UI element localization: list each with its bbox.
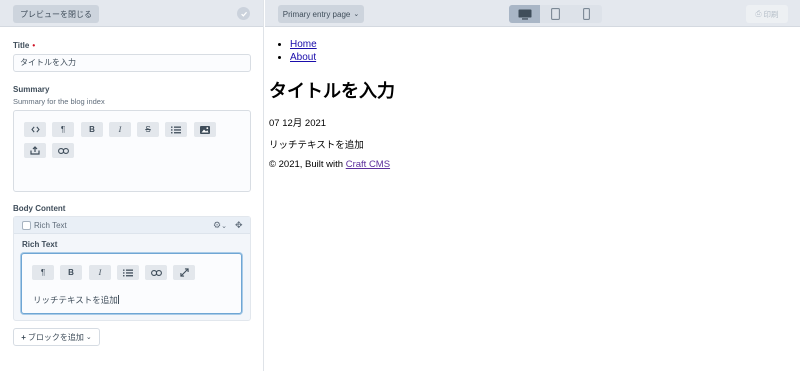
printer-icon: ⎙	[755, 9, 762, 18]
print-button[interactable]: ⎙ 印刷	[746, 5, 788, 23]
bold-button[interactable]: B	[60, 265, 82, 280]
craft-cms-link[interactable]: Craft CMS	[346, 159, 390, 170]
italic-button[interactable]: I	[109, 122, 131, 137]
entry-title: タイトルを入力	[269, 81, 395, 101]
preview-pane: Primary entry page ⌄ ⎙印刷 Home About タイトル…	[265, 0, 800, 371]
device-switcher	[509, 5, 602, 23]
editor-header: プレビューを閉じる	[0, 0, 263, 27]
chevron-down-icon: ⌄	[353, 11, 360, 18]
fullscreen-button[interactable]	[173, 265, 195, 280]
nav-link-home[interactable]: Home	[290, 39, 317, 50]
preview-frame: Home About タイトルを入力 07 12月 2021 リッチテキストを追…	[265, 27, 800, 371]
list-button[interactable]	[117, 265, 139, 280]
italic-icon: I	[98, 268, 102, 277]
list-icon	[123, 269, 133, 276]
nav-item: Home	[290, 38, 317, 51]
block-settings-button[interactable]: ⚙⌄	[213, 220, 227, 231]
summary-field-label: Summary	[13, 85, 50, 94]
embed-icon	[30, 146, 40, 155]
block-header: Rich Text ⚙⌄ ✥	[14, 217, 250, 234]
paragraph-button[interactable]: ¶	[52, 122, 74, 137]
title-label-text: Title	[13, 41, 30, 50]
expand-icon	[179, 268, 189, 277]
strikethrough-icon: S	[145, 125, 151, 134]
gear-icon: ⚙	[213, 220, 222, 230]
image-button[interactable]	[194, 122, 216, 137]
title-input[interactable]: タイトルを入力	[13, 54, 251, 72]
editor-pane: プレビューを閉じる Title • タイトルを入力 Summary Summary…	[0, 0, 264, 371]
entry-body: リッチテキストを追加	[269, 140, 364, 151]
summary-instructions: Summary for the blog index	[13, 97, 105, 106]
add-block-button[interactable]: + ブロックを追加 ⌄	[13, 328, 100, 346]
desktop-icon	[518, 9, 531, 20]
list-button[interactable]	[165, 122, 187, 137]
preview-target-select[interactable]: Primary entry page ⌄	[278, 5, 364, 23]
site-nav: Home About	[290, 38, 317, 64]
body-content-label: Body Content	[13, 204, 66, 213]
print-label: 印刷	[763, 9, 779, 19]
required-indicator: •	[32, 41, 36, 50]
bold-button[interactable]: B	[81, 122, 103, 137]
link-icon	[57, 147, 69, 154]
tablet-device-button[interactable]	[540, 5, 571, 23]
rich-text-value: リッチテキストを追加	[33, 295, 118, 305]
rich-text-field-label: Rich Text	[22, 240, 58, 249]
title-field-label: Title •	[13, 41, 35, 50]
chevron-down-icon: ⌄	[221, 223, 227, 230]
embed-button[interactable]	[24, 143, 46, 158]
desktop-device-button[interactable]	[509, 5, 540, 23]
move-handle-icon[interactable]: ✥	[235, 220, 243, 231]
italic-icon: I	[118, 125, 122, 134]
link-button[interactable]	[145, 265, 167, 280]
code-button[interactable]	[24, 122, 46, 137]
add-block-label: ブロックを追加	[27, 332, 84, 342]
rich-text-content[interactable]: リッチテキストを追加	[33, 294, 119, 306]
site-footer: © 2021, Built with Craft CMS	[269, 159, 390, 170]
link-icon	[150, 269, 162, 276]
phone-icon	[583, 8, 590, 20]
italic-button[interactable]: I	[89, 265, 111, 280]
saved-check-icon	[237, 7, 250, 20]
summary-editor[interactable]: ¶ B I S	[13, 110, 251, 192]
preview-target-label: Primary entry page	[282, 9, 351, 19]
bold-icon: B	[68, 268, 74, 277]
entry-date: 07 12月 2021	[269, 118, 327, 129]
paragraph-icon: ¶	[60, 125, 66, 134]
text-caret	[117, 295, 119, 304]
block-select-checkbox[interactable]	[22, 221, 31, 230]
strikethrough-button[interactable]: S	[137, 122, 159, 137]
bold-icon: B	[89, 125, 95, 134]
close-preview-button[interactable]: プレビューを閉じる	[13, 5, 99, 23]
footer-text: © 2021, Built with	[269, 159, 346, 170]
paragraph-button[interactable]: ¶	[32, 265, 54, 280]
tablet-icon	[551, 8, 560, 20]
nav-item: About	[290, 51, 317, 64]
link-button[interactable]	[52, 143, 74, 158]
preview-header: Primary entry page ⌄ ⎙ 印刷	[265, 0, 800, 27]
block-rich-text-editor[interactable]: ¶ B I リッチテキストを追加	[21, 253, 242, 314]
phone-device-button[interactable]	[571, 5, 602, 23]
block-type-label: Rich Text	[34, 221, 67, 230]
paragraph-icon: ¶	[40, 268, 46, 277]
list-icon	[171, 126, 181, 133]
code-icon	[30, 126, 40, 133]
chevron-down-icon: ⌄	[85, 334, 92, 341]
image-icon	[200, 125, 210, 134]
nav-link-about[interactable]: About	[290, 52, 316, 63]
plus-icon: +	[21, 332, 26, 342]
